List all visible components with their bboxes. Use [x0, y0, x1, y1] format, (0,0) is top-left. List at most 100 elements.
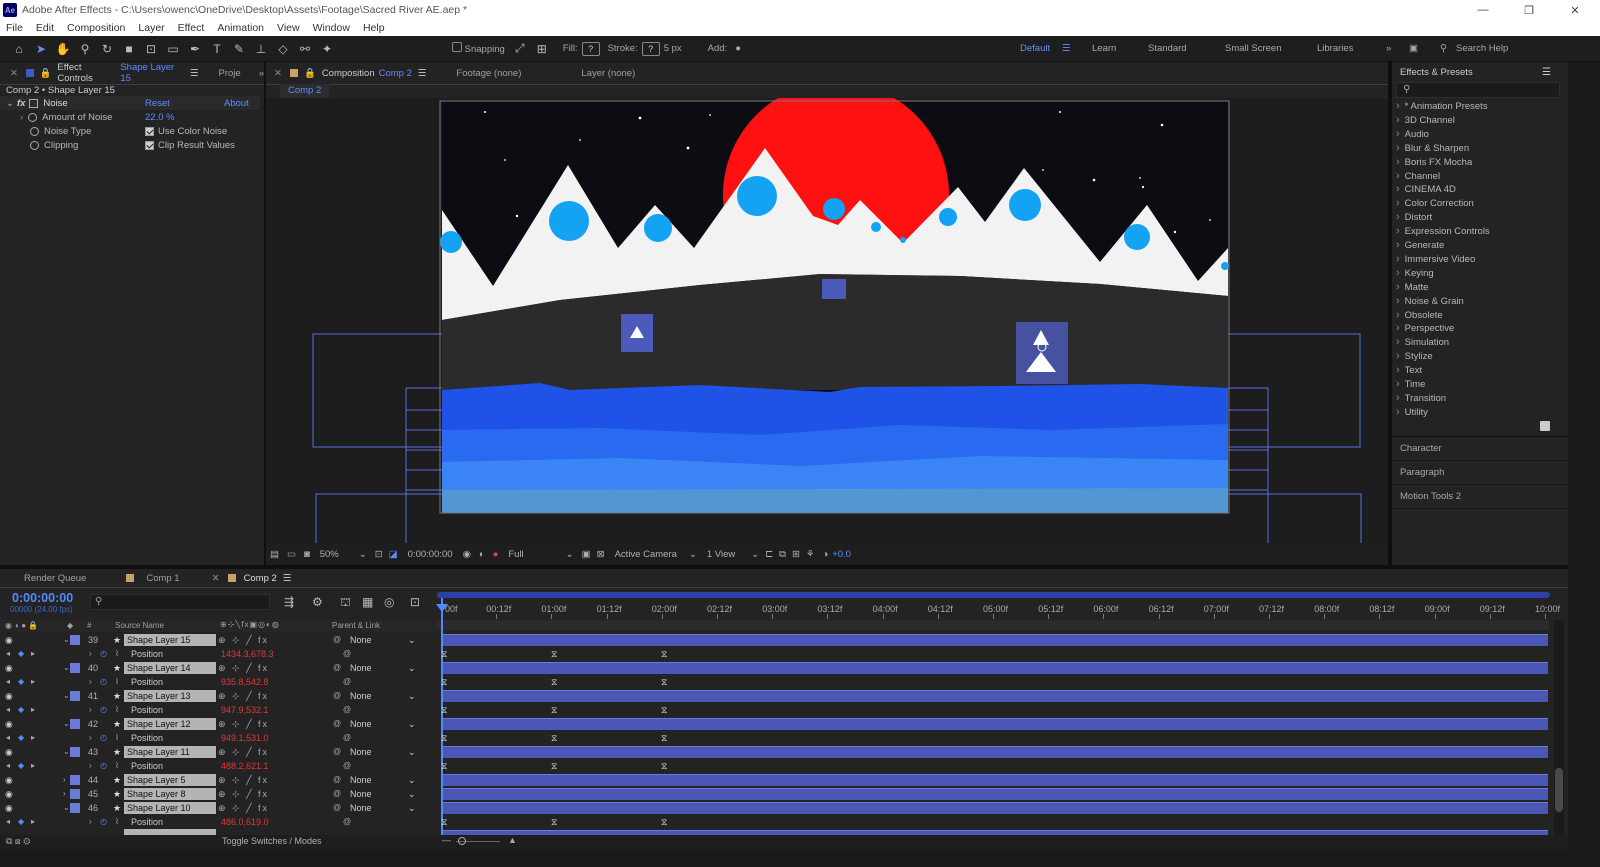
prev-keyframe-icon[interactable]: ◂	[6, 731, 10, 745]
workspace-learn[interactable]: Learn	[1092, 36, 1116, 62]
graph-icon[interactable]: ⌇	[115, 759, 119, 773]
position-value[interactable]: 947.9,532.1	[221, 703, 269, 717]
layer-name[interactable]: Shape Layer 13	[124, 690, 216, 702]
workspace-standard[interactable]: Standard	[1148, 36, 1187, 62]
zoom-slider-thumb[interactable]	[458, 837, 466, 845]
pickwhip-icon[interactable]: @	[333, 717, 341, 731]
work-area-bar[interactable]	[437, 592, 1550, 598]
stroke-swatch[interactable]: ?	[641, 41, 660, 56]
layer-row[interactable]: ◉ ⌄ 46 ★ Shape Layer 10 ⊕ ⊹ ╱ fx @ None ⌄	[0, 801, 442, 815]
keyframe-icon[interactable]: ⧖	[661, 759, 667, 773]
layer-label-color[interactable]	[70, 635, 80, 645]
footer-icons[interactable]: ⧉ ⊠ ⚙	[6, 836, 30, 847]
layer-name[interactable]: Shape Layer 12	[124, 718, 216, 730]
layer-name[interactable]: Shape Layer 5	[124, 774, 216, 786]
layer-label-color[interactable]	[70, 775, 80, 785]
prev-keyframe-icon[interactable]: ◂	[6, 703, 10, 717]
composition-viewer[interactable]	[266, 98, 1388, 543]
expand-property-icon[interactable]: ›	[89, 703, 92, 717]
layer-tab[interactable]: Layer (none)	[581, 68, 635, 79]
footage-tab[interactable]: Footage (none)	[456, 68, 521, 79]
keyframe-icon[interactable]: ⧖	[661, 675, 667, 689]
layer-duration-bar[interactable]	[443, 690, 1548, 702]
view-layout-dropdown[interactable]: 1 View	[707, 549, 735, 560]
pan-behind-tool-icon[interactable]: ⊡	[140, 38, 162, 60]
snapshot-icon[interactable]: ▤	[270, 549, 279, 560]
layer-label-color[interactable]	[70, 789, 80, 799]
position-value[interactable]: 949.1,531.0	[221, 731, 269, 745]
expand-property-icon[interactable]: ›	[89, 675, 92, 689]
pickwhip-icon[interactable]: @	[343, 731, 351, 745]
pickwhip-icon[interactable]: @	[333, 633, 341, 647]
hand-tool-icon[interactable]: ✋	[52, 38, 74, 60]
layer-name[interactable]: Shape Layer 8	[124, 788, 216, 800]
visibility-eye-icon[interactable]: ◉	[5, 773, 13, 787]
layer-label-color[interactable]	[70, 663, 80, 673]
collapse-layer-icon[interactable]: ⌄	[63, 745, 70, 759]
safe-area-icon[interactable]: ◪	[389, 549, 398, 560]
snapping-toggle[interactable]: Snapping	[452, 42, 505, 55]
graph-icon[interactable]: ⌇	[115, 731, 119, 745]
reset-exposure-icon[interactable]: ◑	[822, 549, 828, 560]
menu-edit[interactable]: Edit	[36, 22, 54, 34]
parent-chevron-icon[interactable]: ⌄	[408, 746, 416, 758]
prev-keyframe-icon[interactable]: ◂	[6, 675, 10, 689]
parent-dropdown[interactable]: None ⌄	[350, 788, 420, 800]
position-value[interactable]: 488.2,621.1	[221, 759, 269, 773]
layer-duration-bar[interactable]	[443, 718, 1548, 730]
effect-settings-icon[interactable]	[29, 98, 39, 108]
effect-category-3d-channel[interactable]: 3D Channel	[1396, 113, 1455, 127]
pickwhip-icon[interactable]: @	[333, 801, 341, 815]
position-row[interactable]: ◂ ◆ ▸ › ◴ ⌇ Position 486.0,619.0 @	[0, 815, 442, 829]
keyframe-icon[interactable]: ⧖	[551, 759, 557, 773]
search-help-icon[interactable]: ⚲	[1440, 36, 1447, 62]
view-chevron-icon[interactable]: ⌄	[751, 549, 759, 560]
workspace-libraries[interactable]: Libraries	[1317, 36, 1353, 62]
paragraph-panel[interactable]: Paragraph	[1392, 461, 1568, 485]
expand-property-icon[interactable]: ›	[89, 759, 92, 773]
fit-icon[interactable]: ⊡	[375, 549, 383, 560]
minimize-icon[interactable]: —	[1460, 0, 1506, 20]
resolution-chevron-icon[interactable]: ⌄	[566, 549, 574, 560]
layer-name[interactable]: Shape Layer 11	[124, 746, 216, 758]
visibility-eye-icon[interactable]: ◉	[5, 787, 13, 801]
zoom-in-icon[interactable]: ▲	[508, 835, 517, 845]
collapse-layer-icon[interactable]: ⌄	[63, 661, 70, 675]
effect-category-channel[interactable]: Channel	[1396, 169, 1440, 183]
panel-menu-icon[interactable]: ☰	[283, 573, 292, 584]
stopwatch-icon[interactable]	[28, 112, 38, 122]
stopwatch-icon[interactable]	[30, 140, 39, 150]
draft-3d-icon[interactable]: ⚙	[312, 595, 323, 609]
panel-toggle-icon[interactable]: ▣	[1409, 36, 1418, 62]
visibility-eye-icon[interactable]: ◉	[5, 717, 13, 731]
fill-swatch[interactable]: ?	[581, 41, 600, 56]
keyframe-icon[interactable]: ⧖	[551, 815, 557, 829]
snap-grid-icon[interactable]: ⊞	[531, 38, 553, 60]
effect-controls-tab[interactable]: Effect Controls	[57, 62, 116, 84]
layer-label-color[interactable]	[70, 719, 80, 729]
collapse-layer-icon[interactable]: ⌄	[63, 801, 70, 815]
pickwhip-icon[interactable]: @	[333, 787, 341, 801]
next-keyframe-icon[interactable]: ▸	[31, 815, 35, 829]
lock-icon[interactable]: 🔒	[40, 68, 52, 79]
show-snapshot-icon[interactable]: ◐	[479, 549, 485, 560]
timeline-timecode[interactable]: 0:00:00:00	[12, 591, 73, 605]
collapse-layer-icon[interactable]: ⌄	[63, 689, 70, 703]
motion-tools-panel[interactable]: Motion Tools 2	[1392, 485, 1568, 509]
menu-window[interactable]: Window	[313, 22, 350, 34]
parent-chevron-icon[interactable]: ⌄	[408, 788, 416, 800]
maximize-icon[interactable]: ❐	[1506, 0, 1552, 20]
eraser-tool-icon[interactable]: ◇	[272, 38, 294, 60]
effect-category-blur-sharpen[interactable]: Blur & Sharpen	[1396, 141, 1469, 155]
layer-row[interactable]: ◉ ⌄ 43 ★ Shape Layer 11 ⊕ ⊹ ╱ fx @ None ⌄	[0, 745, 442, 759]
keyframe-icon[interactable]: ⧖	[661, 815, 667, 829]
stopwatch-icon[interactable]: ◴	[100, 703, 107, 717]
effect-category-color-correction[interactable]: Color Correction	[1396, 196, 1474, 210]
about-link[interactable]: About	[224, 98, 249, 109]
keyframe-toggle-icon[interactable]: ◆	[18, 815, 24, 829]
effect-category-transition[interactable]: Transition	[1396, 391, 1446, 405]
visibility-eye-icon[interactable]: ◉	[5, 633, 13, 647]
effect-category-keying[interactable]: Keying	[1396, 266, 1434, 280]
graph-icon[interactable]: ⌇	[115, 815, 119, 829]
visibility-eye-icon[interactable]: ◉	[5, 661, 13, 675]
